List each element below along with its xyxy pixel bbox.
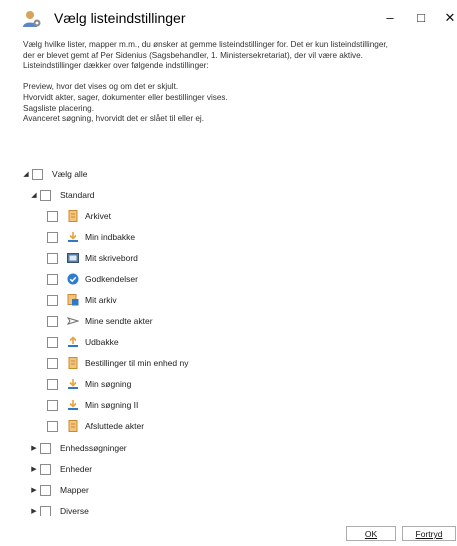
group-checkbox[interactable] [40, 505, 51, 516]
item-label: Min indbakke [85, 232, 136, 242]
item-label: Mit arkiv [85, 295, 117, 305]
item-checkbox[interactable] [47, 357, 58, 369]
item-label: Godkendelser [85, 274, 138, 284]
tree-node-standard[interactable]: ◢ Standard [30, 186, 95, 204]
list-item[interactable]: Mit skrivebord [47, 249, 138, 267]
tree-node-mapper[interactable]: ▶ Mapper [30, 481, 89, 499]
list-item[interactable]: Arkivet [47, 207, 111, 225]
item-checkbox[interactable] [47, 252, 58, 264]
item-label: Afsluttede akter [85, 421, 145, 431]
approval-icon [67, 273, 79, 285]
tree-node-enhedssogninger[interactable]: ▶ Enhedssøgninger [30, 439, 127, 457]
tree-node-label: Enheder [60, 464, 93, 474]
collapsed-arrow-icon[interactable]: ▶ [30, 464, 38, 474]
orders-icon [67, 357, 79, 369]
list-item[interactable]: Udbakke [47, 333, 119, 351]
item-label: Arkivet [85, 211, 111, 221]
item-label: Bestillinger til min enhed ny [85, 358, 189, 368]
item-checkbox[interactable] [47, 399, 58, 411]
item-checkbox[interactable] [47, 210, 58, 222]
list-item[interactable]: Min søgning [47, 375, 131, 393]
search-download-icon [67, 399, 79, 411]
item-label: Udbakke [85, 337, 119, 347]
my-archive-icon [67, 294, 79, 306]
item-label: Min søgning II [85, 400, 139, 410]
tree-node-label: Enhedssøgninger [60, 443, 127, 453]
item-checkbox[interactable] [47, 336, 58, 348]
group-checkbox[interactable] [40, 463, 51, 475]
list-item[interactable]: Mine sendte akter [47, 312, 153, 330]
tree-node-label: Diverse [60, 506, 89, 516]
item-checkbox[interactable] [47, 378, 58, 390]
ok-button-label: OK [364, 529, 378, 539]
select-all-checkbox[interactable] [32, 168, 43, 180]
list-item[interactable]: Mit arkiv [47, 291, 117, 309]
cancel-button[interactable]: Fortryd [402, 526, 456, 541]
group-checkbox[interactable] [40, 442, 51, 454]
item-checkbox[interactable] [47, 273, 58, 285]
item-label: Mine sendte akter [85, 316, 153, 326]
desk-icon [67, 252, 79, 264]
sent-icon [67, 315, 79, 327]
group-checkbox[interactable] [40, 484, 51, 496]
tree-node-label: Vælg alle [52, 169, 88, 179]
item-checkbox[interactable] [47, 420, 58, 432]
collapsed-arrow-icon[interactable]: ▶ [30, 506, 38, 516]
tree-node-select-all[interactable]: ◢ Vælg alle [22, 165, 87, 183]
item-label: Mit skrivebord [85, 253, 138, 263]
tree-node-enheder[interactable]: ▶ Enheder [30, 460, 92, 478]
list-item[interactable]: Min indbakke [47, 228, 135, 246]
list-item[interactable]: Bestillinger til min enhed ny [47, 354, 188, 372]
tree-node-label: Standard [60, 190, 95, 200]
inbox-icon [67, 231, 79, 243]
collapsed-arrow-icon[interactable]: ▶ [30, 485, 38, 495]
list-tree: ◢ Vælg alle ◢ Standard Arkivet Min indba… [0, 0, 457, 516]
search-download-icon [67, 378, 79, 390]
archive-icon [67, 210, 79, 222]
cancel-button-label: Fortryd [415, 529, 443, 539]
list-item[interactable]: Min søgning II [47, 396, 138, 414]
collapsed-arrow-icon[interactable]: ▶ [30, 443, 38, 453]
item-checkbox[interactable] [47, 231, 58, 243]
list-item[interactable]: Godkendelser [47, 270, 138, 288]
outbox-icon [67, 336, 79, 348]
item-checkbox[interactable] [47, 315, 58, 327]
tree-node-label: Mapper [60, 485, 89, 495]
ok-button[interactable]: OK [346, 526, 396, 541]
archive-icon [67, 420, 79, 432]
expanded-arrow-icon[interactable]: ◢ [22, 169, 30, 179]
tree-node-diverse[interactable]: ▶ Diverse [30, 502, 89, 516]
item-checkbox[interactable] [47, 294, 58, 306]
expanded-arrow-icon[interactable]: ◢ [30, 190, 38, 200]
list-item[interactable]: Afsluttede akter [47, 417, 144, 435]
standard-checkbox[interactable] [40, 189, 51, 201]
item-label: Min søgning [85, 379, 132, 389]
